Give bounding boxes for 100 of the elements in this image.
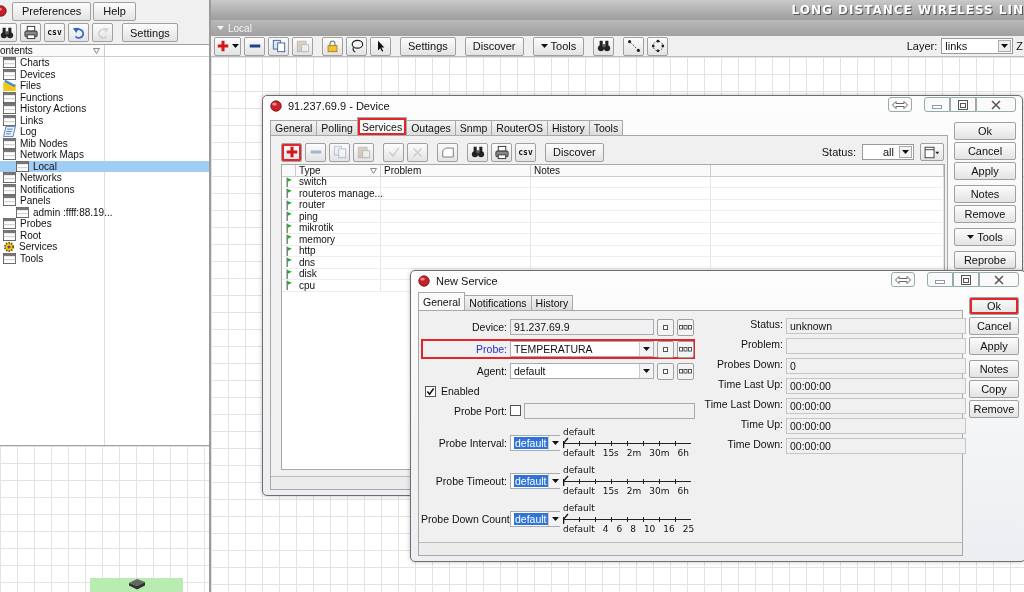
checkbox[interactable] (510, 405, 521, 416)
table-icon (16, 206, 29, 218)
find-button[interactable] (593, 36, 615, 56)
tree-item[interactable]: History Actions (0, 103, 209, 115)
tab[interactable]: Tools (588, 120, 624, 135)
tree-item[interactable]: Local (0, 160, 209, 172)
tree-item[interactable]: Networks (0, 172, 209, 184)
dialog-button[interactable]: Remove (954, 205, 1016, 223)
tree-item[interactable]: Links (0, 114, 209, 126)
tree-item[interactable]: admin :ffff:88.19... (0, 206, 209, 218)
tree-item[interactable]: Root (0, 229, 209, 241)
field-label: Probes Down: (716, 358, 783, 372)
toolbar-button[interactable]: Settings (122, 23, 178, 42)
dialog-button[interactable]: Notes (969, 360, 1019, 378)
tree-item[interactable]: Probes (0, 218, 209, 230)
tree-item[interactable]: Notifications (0, 183, 209, 195)
layer-dropdown[interactable]: links (941, 38, 1014, 54)
tab[interactable]: Notifications (464, 295, 532, 310)
find-button[interactable] (0, 23, 17, 42)
text-field[interactable]: 91.237.69.9 (510, 319, 654, 335)
tree-item[interactable]: Files (0, 80, 209, 92)
dialog-button[interactable]: Apply (969, 337, 1019, 355)
tree-item[interactable]: Services (0, 241, 209, 253)
add-button[interactable] (214, 36, 241, 56)
toolbar-button[interactable]: Discover (545, 142, 604, 162)
dropdown[interactable]: TEMPERATURA (510, 341, 654, 357)
text-field[interactable] (524, 402, 695, 419)
pick-button[interactable] (657, 362, 674, 380)
checkbox[interactable] (425, 385, 436, 397)
remove-button[interactable] (244, 36, 265, 56)
tab[interactable]: Services (356, 117, 408, 135)
copy-button[interactable] (268, 36, 289, 56)
dock-button[interactable] (891, 272, 915, 287)
tree-item[interactable]: Functions (0, 91, 209, 103)
tree-item[interactable]: Log (0, 126, 209, 138)
tab[interactable]: Polling (316, 120, 358, 135)
dropdown[interactable]: default (510, 363, 654, 379)
tree-item[interactable]: Devices (0, 68, 209, 80)
dialog-button[interactable]: Cancel (954, 142, 1016, 160)
plus-icon (285, 146, 298, 158)
find-button[interactable] (467, 142, 488, 162)
dialog-button[interactable]: Ok (954, 122, 1016, 140)
dialog-button[interactable]: Remove (969, 400, 1019, 418)
csv-button[interactable]: csv (44, 23, 65, 42)
column-header[interactable]: Problem (381, 165, 531, 177)
tree-item[interactable]: Network Maps (0, 149, 209, 161)
maximize-button[interactable] (953, 272, 979, 287)
pick-button[interactable] (657, 318, 674, 336)
tree-item[interactable]: Tools (0, 252, 209, 264)
menu-button[interactable]: Tools (532, 36, 585, 56)
tab[interactable]: General (418, 292, 466, 310)
add-button[interactable] (281, 142, 302, 162)
dialog-button[interactable]: Reprobe (954, 251, 1016, 269)
print-button[interactable] (20, 23, 41, 42)
field-link[interactable]: Probe: (423, 343, 507, 355)
tree-item[interactable]: Mib Nodes (0, 137, 209, 149)
dropdown[interactable]: default (510, 510, 560, 527)
caret-icon (902, 150, 909, 154)
pointer-button[interactable] (370, 36, 391, 56)
tree-item[interactable]: Charts (0, 57, 209, 69)
dialog-button[interactable]: Apply (954, 162, 1016, 180)
tab[interactable]: History (547, 120, 590, 135)
maximize-button[interactable] (950, 97, 976, 112)
dialog-button[interactable]: Notes (954, 185, 1016, 203)
tree-item[interactable]: Panels (0, 195, 209, 207)
comment-button[interactable] (437, 142, 458, 162)
column-header[interactable]: Notes (531, 165, 711, 177)
column-header[interactable]: Type (296, 165, 381, 177)
lasso-button[interactable] (346, 36, 367, 56)
dock-button[interactable] (888, 97, 912, 112)
dropdown[interactable]: default (510, 434, 560, 451)
browse-button[interactable] (677, 362, 694, 380)
browse-button[interactable] (677, 340, 694, 358)
status-dropdown[interactable]: all (862, 144, 914, 160)
tab[interactable]: General (270, 120, 318, 135)
tab[interactable]: RouterOS (491, 120, 548, 135)
menu-button[interactable]: Tools (954, 228, 1016, 246)
pick-button[interactable] (657, 340, 674, 358)
tab[interactable]: Snmp (454, 120, 493, 135)
dialog-button[interactable]: Ok (969, 297, 1019, 315)
csv-button[interactable]: csv (515, 142, 536, 162)
tab[interactable]: Outages (406, 120, 456, 135)
connect-button[interactable] (623, 36, 645, 56)
undo-button[interactable] (68, 23, 89, 42)
print-button[interactable] (491, 142, 512, 162)
dialog-button[interactable]: Copy (969, 380, 1019, 398)
columns-button[interactable] (920, 143, 944, 161)
browse-button[interactable] (677, 318, 694, 336)
sort-icon (93, 47, 100, 54)
close-button[interactable] (976, 97, 1016, 112)
close-button[interactable] (979, 272, 1019, 287)
lock-icon (326, 39, 339, 53)
menu-button[interactable]: Help (93, 1, 136, 21)
dialog-button[interactable]: Cancel (969, 317, 1019, 335)
toolbar-button[interactable]: Discover (464, 36, 524, 56)
dropdown[interactable]: default (510, 472, 560, 489)
tab[interactable]: History (530, 295, 574, 310)
layout-button[interactable] (647, 36, 669, 56)
menu-button[interactable]: Preferences (12, 1, 92, 21)
toolbar-button[interactable]: Settings (400, 36, 456, 56)
